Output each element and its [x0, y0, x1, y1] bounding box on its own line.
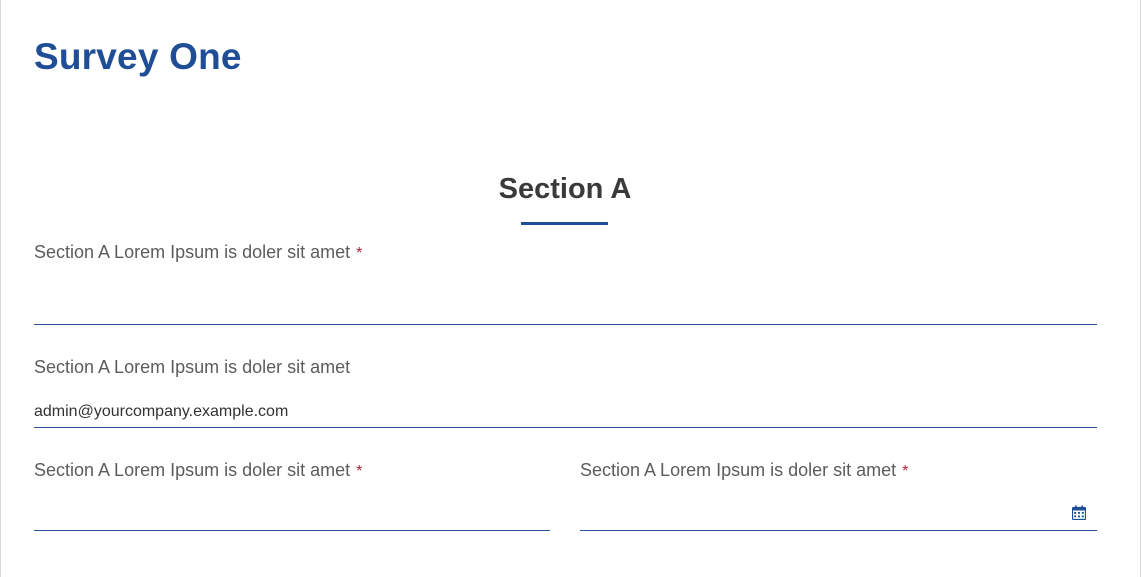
question-1-input[interactable] [34, 292, 1097, 325]
section-title: Section A [498, 173, 632, 205]
question-3-input[interactable] [34, 498, 550, 531]
question-4-label: Section A Lorem Ipsum is doler sit amet * [580, 460, 908, 481]
question-2-label: Section A Lorem Ipsum is doler sit amet [34, 357, 350, 378]
calendar-icon[interactable] [1072, 505, 1086, 520]
question-3-label: Section A Lorem Ipsum is doler sit amet * [34, 460, 362, 481]
survey-page: Survey One Section A Section A Lorem Ips… [0, 0, 1141, 577]
survey-title: Survey One [34, 36, 242, 77]
question-1-label: Section A Lorem Ipsum is doler sit amet * [34, 242, 362, 263]
question-4-date-input[interactable] [580, 498, 1097, 531]
required-marker: * [902, 463, 909, 480]
required-marker: * [356, 245, 363, 262]
question-2-email-input[interactable] [34, 396, 1097, 428]
question-3-label-text: Section A Lorem Ipsum is doler sit amet [34, 460, 351, 480]
question-1-label-text: Section A Lorem Ipsum is doler sit amet [34, 242, 351, 262]
section-title-underline [521, 222, 608, 225]
required-marker: * [356, 463, 363, 480]
question-2-label-text: Section A Lorem Ipsum is doler sit amet [34, 357, 351, 377]
question-4-label-text: Section A Lorem Ipsum is doler sit amet [580, 460, 897, 480]
